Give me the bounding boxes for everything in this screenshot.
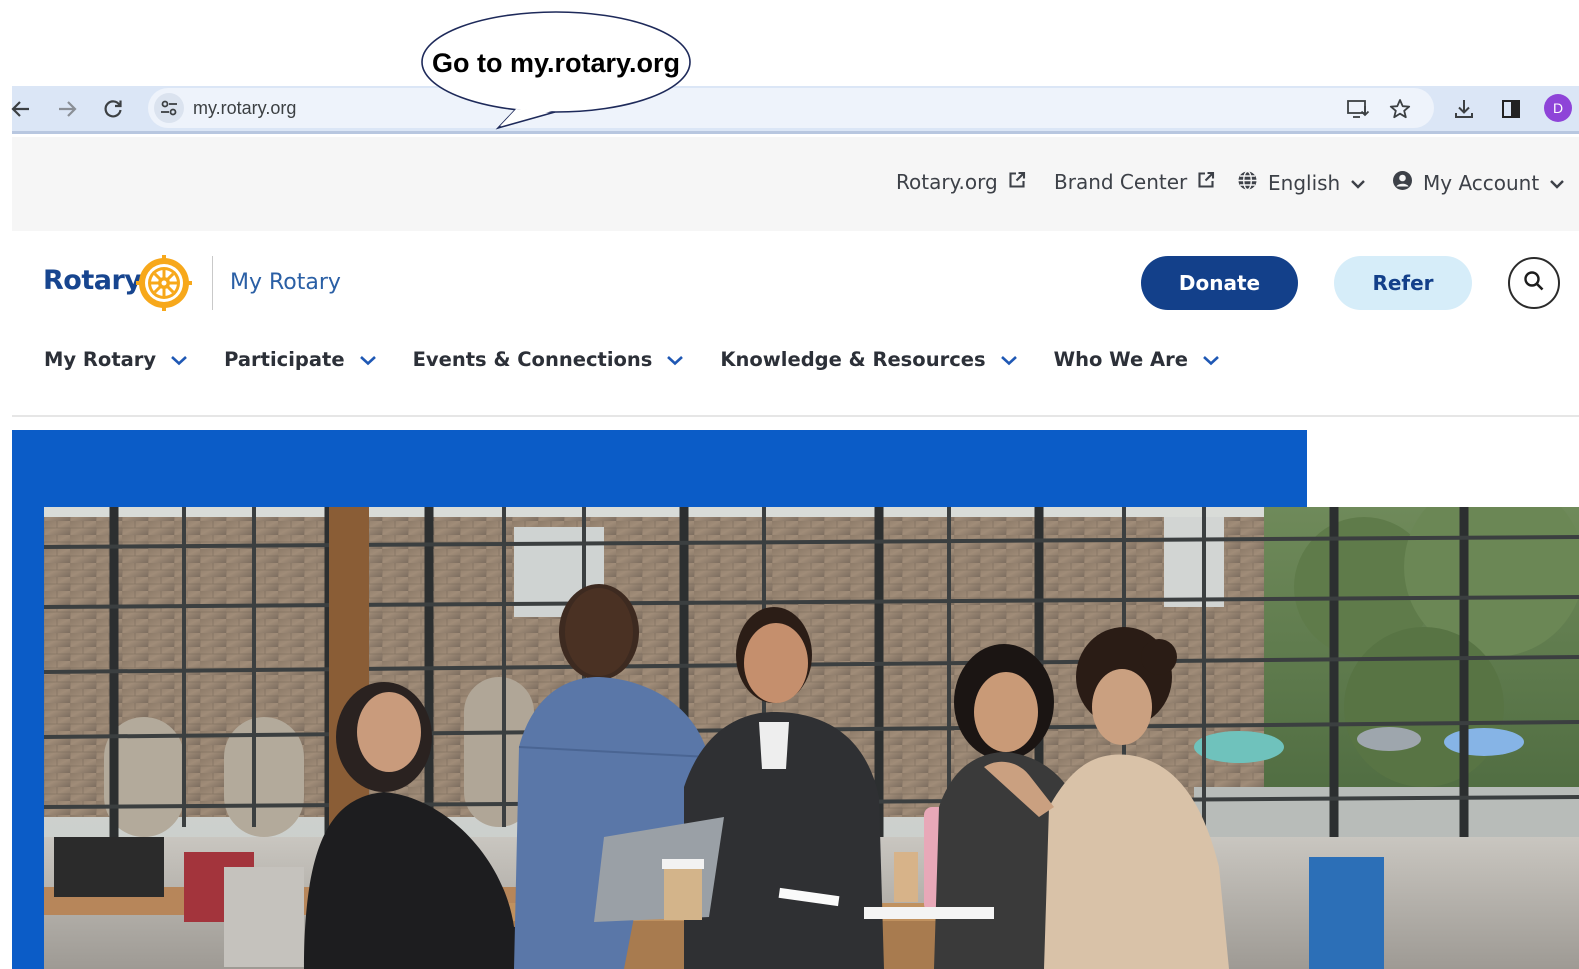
main-navigation: My Rotary Participate Events & Connectio… (44, 348, 1256, 371)
refer-button[interactable]: Refer (1334, 256, 1472, 310)
nav-item-label: Events & Connections (412, 348, 653, 371)
back-arrow-icon[interactable] (6, 94, 36, 124)
bookmark-star-icon[interactable] (1385, 94, 1415, 124)
rotary-logo-text[interactable]: Rotary (43, 265, 142, 296)
external-link-icon (1197, 170, 1215, 194)
nav-item-label: Participate (224, 348, 345, 371)
rotary-org-link[interactable]: Rotary.org (896, 170, 1026, 194)
chevron-down-icon (1000, 348, 1018, 371)
nav-item-participate[interactable]: Participate (224, 348, 376, 371)
rotary-org-label: Rotary.org (896, 170, 998, 194)
instruction-callout: Go to my.rotary.org (420, 10, 692, 130)
search-button[interactable] (1508, 257, 1560, 309)
page: Go to my.rotary.org my.rotary.org D Rota… (0, 0, 1579, 969)
nav-item-who-we-are[interactable]: Who We Are (1054, 348, 1220, 371)
install-app-icon[interactable] (1343, 94, 1373, 124)
logo-divider (212, 256, 213, 310)
globe-icon (1237, 170, 1258, 196)
nav-item-my-rotary[interactable]: My Rotary (44, 348, 188, 371)
utility-bar: Rotary.org Brand Center English My Accou… (12, 137, 1579, 231)
url-text[interactable]: my.rotary.org (193, 98, 296, 119)
chevron-down-icon (1549, 171, 1565, 195)
nav-item-label: Knowledge & Resources (720, 348, 986, 371)
chevron-down-icon (170, 348, 188, 371)
chevron-down-icon (359, 348, 377, 371)
rotary-wheel-logo-icon[interactable] (136, 255, 192, 311)
nav-item-events-connections[interactable]: Events & Connections (413, 348, 685, 371)
my-account-menu[interactable]: My Account (1392, 170, 1565, 196)
hero-image (44, 507, 1579, 969)
site-header: Rotary My Rotary Donate Refer My Rotary … (12, 231, 1579, 417)
site-title[interactable]: My Rotary (230, 270, 341, 295)
nav-item-knowledge-resources[interactable]: Knowledge & Resources (720, 348, 1017, 371)
site-settings-icon[interactable] (154, 93, 184, 123)
nav-item-label: Who We Are (1053, 348, 1188, 371)
language-label: English (1268, 171, 1341, 195)
donate-button[interactable]: Donate (1141, 256, 1298, 310)
browser-toolbar: my.rotary.org D (11, 86, 1579, 134)
chevron-down-icon (666, 348, 684, 371)
address-bar[interactable]: my.rotary.org (148, 88, 1434, 128)
external-link-icon (1008, 170, 1026, 194)
account-icon (1392, 170, 1413, 196)
chevron-down-icon (1202, 348, 1220, 371)
account-label: My Account (1423, 171, 1540, 195)
download-icon[interactable] (1449, 94, 1479, 124)
brand-center-link[interactable]: Brand Center (1054, 170, 1215, 194)
brand-center-label: Brand Center (1054, 170, 1188, 194)
language-selector[interactable]: English (1237, 170, 1366, 196)
forward-arrow-icon[interactable] (52, 94, 82, 124)
callout-text: Go to my.rotary.org (431, 48, 681, 78)
nav-item-label: My Rotary (44, 348, 157, 371)
search-icon (1522, 269, 1546, 298)
side-panel-icon[interactable] (1496, 94, 1526, 124)
chevron-down-icon (1350, 171, 1366, 195)
reload-icon[interactable] (98, 94, 128, 124)
profile-avatar[interactable]: D (1544, 94, 1572, 122)
